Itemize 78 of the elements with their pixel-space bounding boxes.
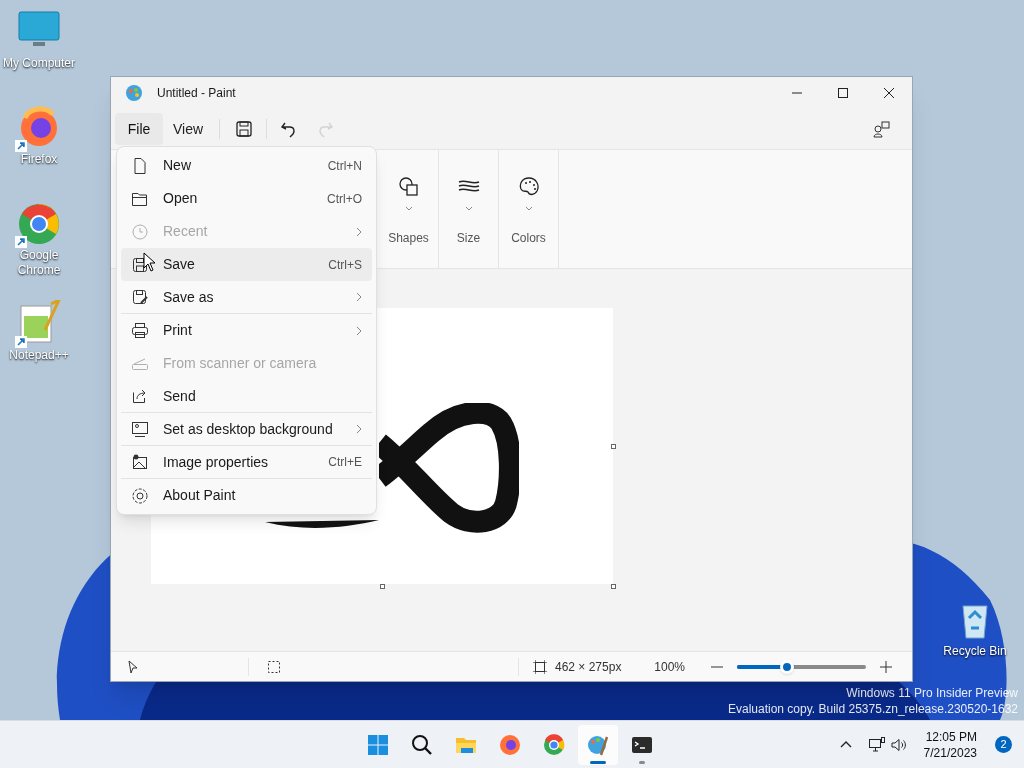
start-icon xyxy=(366,732,390,757)
print-icon xyxy=(131,321,149,340)
ribbon-group-label: Size xyxy=(456,230,481,247)
menu-item-label: From scanner or camera xyxy=(163,354,317,373)
zoom-slider-thumb[interactable] xyxy=(780,659,795,674)
properties-icon xyxy=(131,453,149,471)
background-icon xyxy=(131,420,149,438)
chrome-icon xyxy=(542,732,566,757)
chevron-right-icon xyxy=(356,424,362,434)
shortcut-text: Ctrl+E xyxy=(328,454,362,471)
menu-item[interactable]: Print xyxy=(121,314,372,347)
network-icon xyxy=(867,736,886,753)
firefox-icon xyxy=(498,732,522,757)
close-icon xyxy=(883,88,895,98)
canvas-size-icon xyxy=(533,659,547,674)
resize-handle[interactable] xyxy=(611,584,616,589)
zoom-percentage: 100% xyxy=(654,658,685,676)
save-icon xyxy=(131,255,149,274)
chevron-down-icon xyxy=(404,206,413,211)
people-icon xyxy=(873,120,891,138)
save-as-icon xyxy=(131,288,149,306)
menu-item[interactable]: Open Ctrl+O xyxy=(121,182,372,215)
clock-button[interactable]: 12:05 PM 7/21/2023 xyxy=(919,728,981,761)
chevron-down-icon xyxy=(524,206,533,211)
minus-icon xyxy=(711,665,723,668)
menu-item[interactable]: About Paint xyxy=(121,479,372,512)
shortcut-text: Ctrl+O xyxy=(327,190,362,208)
colors-button[interactable] xyxy=(517,176,540,211)
zoom-slider[interactable] xyxy=(737,659,866,674)
shortcut-text: Ctrl+N xyxy=(327,157,362,175)
search-icon xyxy=(410,732,434,757)
window-title: Untitled - Paint xyxy=(157,85,236,102)
menu-item-label: Image properties xyxy=(163,452,269,472)
shapes-button[interactable] xyxy=(397,176,420,211)
notification-badge[interactable]: 2 xyxy=(995,736,1012,753)
menu-item[interactable]: Send xyxy=(121,380,372,413)
ribbon-group-label: Shapes xyxy=(388,230,429,247)
menu-tab[interactable]: View xyxy=(163,113,214,145)
menu-item-label: Recent xyxy=(163,222,208,241)
new-icon xyxy=(131,156,149,175)
colors-icon xyxy=(517,176,540,198)
menu-item[interactable]: Set as desktop background xyxy=(121,413,372,446)
paint-app-button[interactable] xyxy=(578,724,618,765)
menu-item-label: Print xyxy=(163,321,192,340)
menu-item-label: Set as desktop background xyxy=(163,419,333,439)
menu-item[interactable]: New Ctrl+N xyxy=(121,149,372,182)
menu-item-label: New xyxy=(163,156,191,175)
menu-item-label: About Paint xyxy=(163,486,236,505)
recent-icon xyxy=(131,222,149,241)
pointer-icon xyxy=(127,659,139,674)
menu-item[interactable]: Save as xyxy=(121,281,372,314)
menu-item-label: Open xyxy=(163,189,198,208)
chevron-right-icon xyxy=(356,226,362,237)
palette-icon xyxy=(125,84,143,102)
menu-item-label: Send xyxy=(163,386,196,406)
menu-tab[interactable]: File xyxy=(115,113,163,145)
plus-icon xyxy=(880,660,892,673)
chevron-right-icon xyxy=(356,292,362,302)
selection-icon xyxy=(267,659,281,674)
menu-item[interactable]: Save Ctrl+S xyxy=(121,248,372,281)
clock-time: 12:05 PM xyxy=(925,728,977,745)
chevron-down-icon xyxy=(464,206,473,211)
resize-handle[interactable] xyxy=(611,444,616,449)
clock-date: 7/21/2023 xyxy=(923,744,977,761)
menu-item[interactable]: Image properties Ctrl+E xyxy=(121,446,372,479)
ribbon-group-label: Colors xyxy=(511,230,546,247)
menu-item-label: Save as xyxy=(163,287,214,307)
mouse-pointer-icon xyxy=(143,252,157,272)
shortcut-text: Ctrl+S xyxy=(328,256,362,274)
chevron-right-icon xyxy=(356,325,362,336)
canvas-dimensions: 462 × 275px xyxy=(555,658,622,676)
chevron-up-icon xyxy=(839,741,852,748)
resize-handle[interactable] xyxy=(380,584,385,589)
about-icon xyxy=(131,486,149,505)
maximize-icon xyxy=(837,88,849,98)
speaker-icon xyxy=(890,737,907,752)
menu-item-label: Save xyxy=(163,255,195,274)
shapes-icon xyxy=(397,176,420,198)
